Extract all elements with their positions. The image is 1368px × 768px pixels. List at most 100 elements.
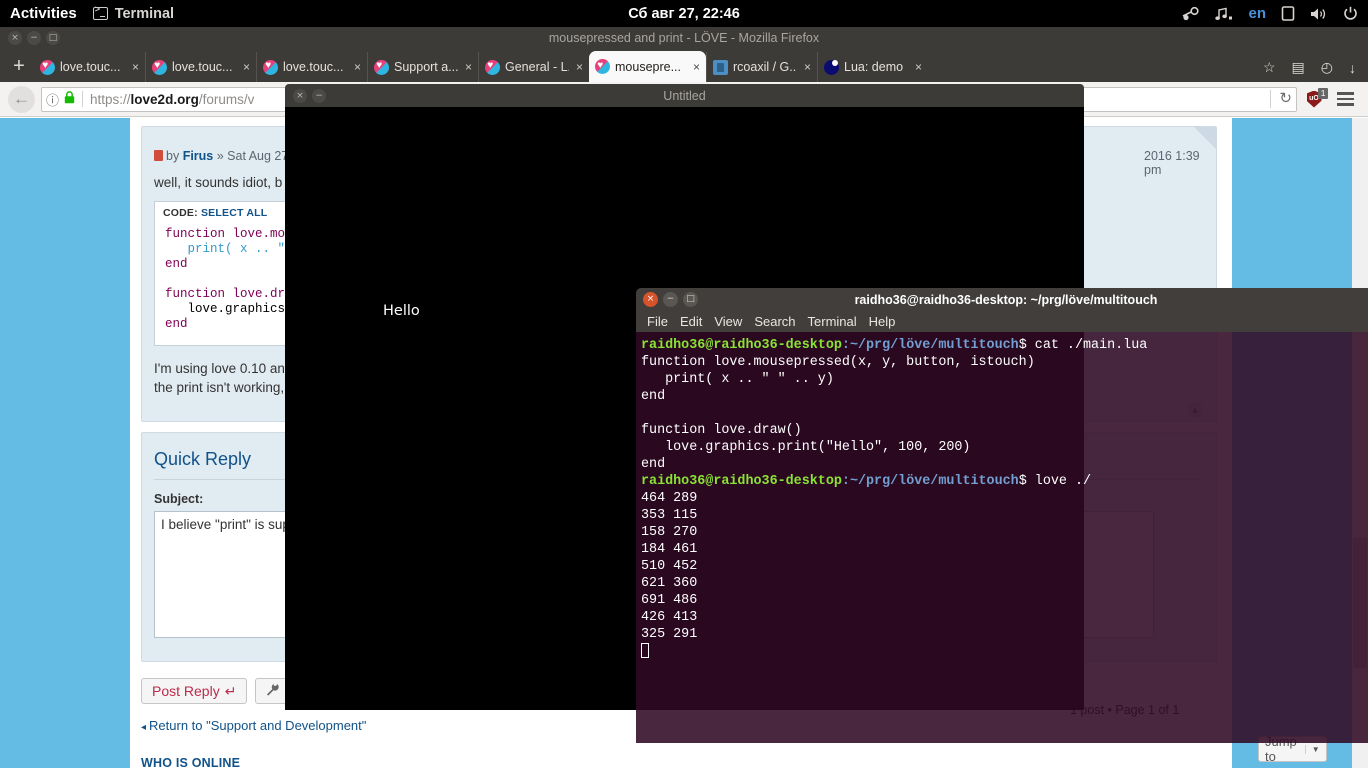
output-line-4: 184 461 [641, 542, 698, 557]
tab-rcoaxil-gitlab[interactable]: rcoaxil / G... × [706, 52, 817, 82]
terminal-cursor [641, 643, 649, 658]
clock[interactable]: Сб авг 27, 22:46 [0, 6, 1368, 22]
tab-strip-toolbar: ☆ ▤ ◴ ↓ [1251, 59, 1368, 82]
post-intro-text: well, it sounds idiot, b [154, 175, 283, 190]
tab-close-icon[interactable]: × [802, 60, 811, 74]
love-icon [152, 58, 167, 75]
tab-love-touc-3[interactable]: love.touc... × [256, 52, 367, 82]
love-icon [40, 58, 55, 75]
output-line-7: 691 486 [641, 593, 698, 608]
post-corner-fold [1194, 127, 1216, 149]
post-byline: by Firus » Sat Aug 27, [154, 149, 292, 163]
love-icon [595, 58, 610, 74]
code-line: function love.mous [165, 227, 301, 241]
volume-icon[interactable] [1310, 7, 1328, 21]
tab-love-touc-1[interactable]: love.touc... × [34, 52, 145, 82]
output-line-3: 158 270 [641, 525, 698, 540]
tab-close-icon[interactable]: × [913, 60, 922, 74]
lock-icon [64, 91, 75, 107]
menu-file[interactable]: File [647, 314, 668, 329]
history-clock-icon[interactable]: ◴ [1321, 59, 1333, 76]
post-author-link[interactable]: Firus [183, 149, 214, 163]
hamburger-menu-icon[interactable] [1331, 92, 1360, 106]
tab-close-icon[interactable]: × [352, 60, 361, 74]
bookmark-star-icon[interactable]: ☆ [1263, 59, 1276, 76]
url-divider [82, 91, 84, 107]
tab-mousepressed-active[interactable]: mousepre... × [589, 51, 706, 82]
shell-command-2: love ./ [1026, 474, 1092, 489]
tab-label: love.touc... [172, 60, 233, 74]
tab-close-icon[interactable]: × [463, 60, 472, 74]
tab-close-icon[interactable]: × [241, 60, 250, 74]
page-left-accent [0, 118, 130, 768]
output-line-9: 325 291 [641, 627, 698, 642]
tab-lua-demo[interactable]: Lua: demo × [817, 52, 928, 82]
tab-label: rcoaxil / G... [733, 60, 797, 74]
post-date-right: 2016 1:39 pm [1144, 149, 1200, 177]
url-text: https://love2d.org/forums/v [90, 91, 255, 107]
shell-prompt-user: raidho36@raidho36-desktop [641, 474, 842, 489]
select-all-link[interactable]: SELECT ALL [201, 207, 267, 219]
new-tab-button[interactable]: + [4, 51, 34, 82]
reload-icon[interactable]: ↻ [1270, 90, 1292, 108]
terminal-output[interactable]: raidho36@raidho36-desktop:~/prg/löve/mul… [636, 332, 1368, 743]
tab-support[interactable]: Support a... × [367, 52, 478, 82]
shell-prompt-path: :~/prg/löve/multitouch [841, 338, 1019, 353]
post-tail-line-2: the print isn't working, [154, 380, 285, 395]
menu-terminal[interactable]: Terminal [808, 314, 857, 329]
menu-search[interactable]: Search [754, 314, 795, 329]
quick-reply-title: Quick Reply [154, 449, 252, 469]
notification-icon[interactable] [1281, 6, 1295, 21]
gitlab-icon [713, 59, 728, 75]
menu-help[interactable]: Help [869, 314, 896, 329]
tab-general[interactable]: General - L... × [478, 52, 589, 82]
terminal-titlebar: × − □ raidho36@raidho36-desktop: ~/prg/l… [636, 288, 1368, 311]
code-label: CODE: [163, 207, 198, 219]
sidebar-list-icon[interactable]: ▤ [1292, 59, 1305, 76]
tab-close-icon[interactable]: × [574, 60, 583, 74]
shell-command-1: cat ./main.lua [1026, 338, 1148, 353]
tab-label: love.touc... [283, 60, 344, 74]
tab-label: General - L... [505, 60, 569, 74]
menu-view[interactable]: View [714, 314, 742, 329]
tab-love-touc-2[interactable]: love.touc... × [145, 52, 256, 82]
shell-prompt-path: :~/prg/löve/multitouch [841, 474, 1019, 489]
menu-edit[interactable]: Edit [680, 314, 702, 329]
wrench-icon [265, 682, 280, 700]
output-line-8: 426 413 [641, 610, 698, 625]
music-note-icon[interactable] [1215, 7, 1233, 21]
back-button[interactable]: ← [8, 85, 35, 113]
ublock-badge: 1 [1318, 88, 1328, 99]
post-reply-button[interactable]: Post Reply ↵ [141, 678, 248, 704]
power-icon[interactable] [1343, 6, 1358, 21]
shell-prompt-user: raidho36@raidho36-desktop [641, 338, 842, 353]
steam-icon[interactable] [1182, 6, 1200, 21]
tab-label: Support a... [394, 60, 458, 74]
ublock-origin-button[interactable]: uO 1 [1303, 87, 1328, 111]
downloads-arrow-icon[interactable]: ↓ [1349, 60, 1356, 76]
gnome-top-bar: Activities Terminal Сб авг 27, 22:46 en [0, 0, 1368, 27]
firefox-tab-strip: + love.touc... × love.touc... × love.tou… [0, 49, 1368, 82]
terminal-window-title: raidho36@raidho36-desktop: ~/prg/löve/mu… [854, 292, 1158, 307]
post-reply-label: Post Reply [152, 683, 220, 699]
code-line: function love.draw [165, 287, 301, 301]
tab-close-icon[interactable]: × [691, 60, 700, 74]
tab-close-icon[interactable]: × [130, 60, 139, 74]
file-line-1: function love.mousepressed(x, y, button,… [641, 355, 1035, 370]
keyboard-language-indicator[interactable]: en [1248, 5, 1266, 22]
return-to-forum-link[interactable]: ◂ Return to "Support and Development" [141, 718, 366, 733]
output-line-5: 510 452 [641, 559, 698, 574]
status-indicators: en [1182, 5, 1368, 22]
file-line-6: love.graphics.print("Hello", 100, 200) [641, 440, 971, 455]
tab-label: love.touc... [60, 60, 121, 74]
code-line: love.graphics.p [165, 302, 301, 316]
enter-arrow-icon: ↵ [224, 682, 237, 699]
code-line: end [165, 257, 188, 271]
file-line-5: function love.draw() [641, 423, 802, 438]
page-info-icon[interactable]: ⓘ [46, 90, 59, 109]
who-is-online-heading: WHO IS ONLINE [141, 756, 241, 768]
chevron-down-icon: ▼ [1304, 744, 1320, 754]
return-link-label: Return to "Support and Development" [149, 718, 367, 733]
canvas-hello-text: Hello [383, 303, 420, 319]
firefox-titlebar: × − □ mousepressed and print - LÖVE - Mo… [0, 27, 1368, 49]
